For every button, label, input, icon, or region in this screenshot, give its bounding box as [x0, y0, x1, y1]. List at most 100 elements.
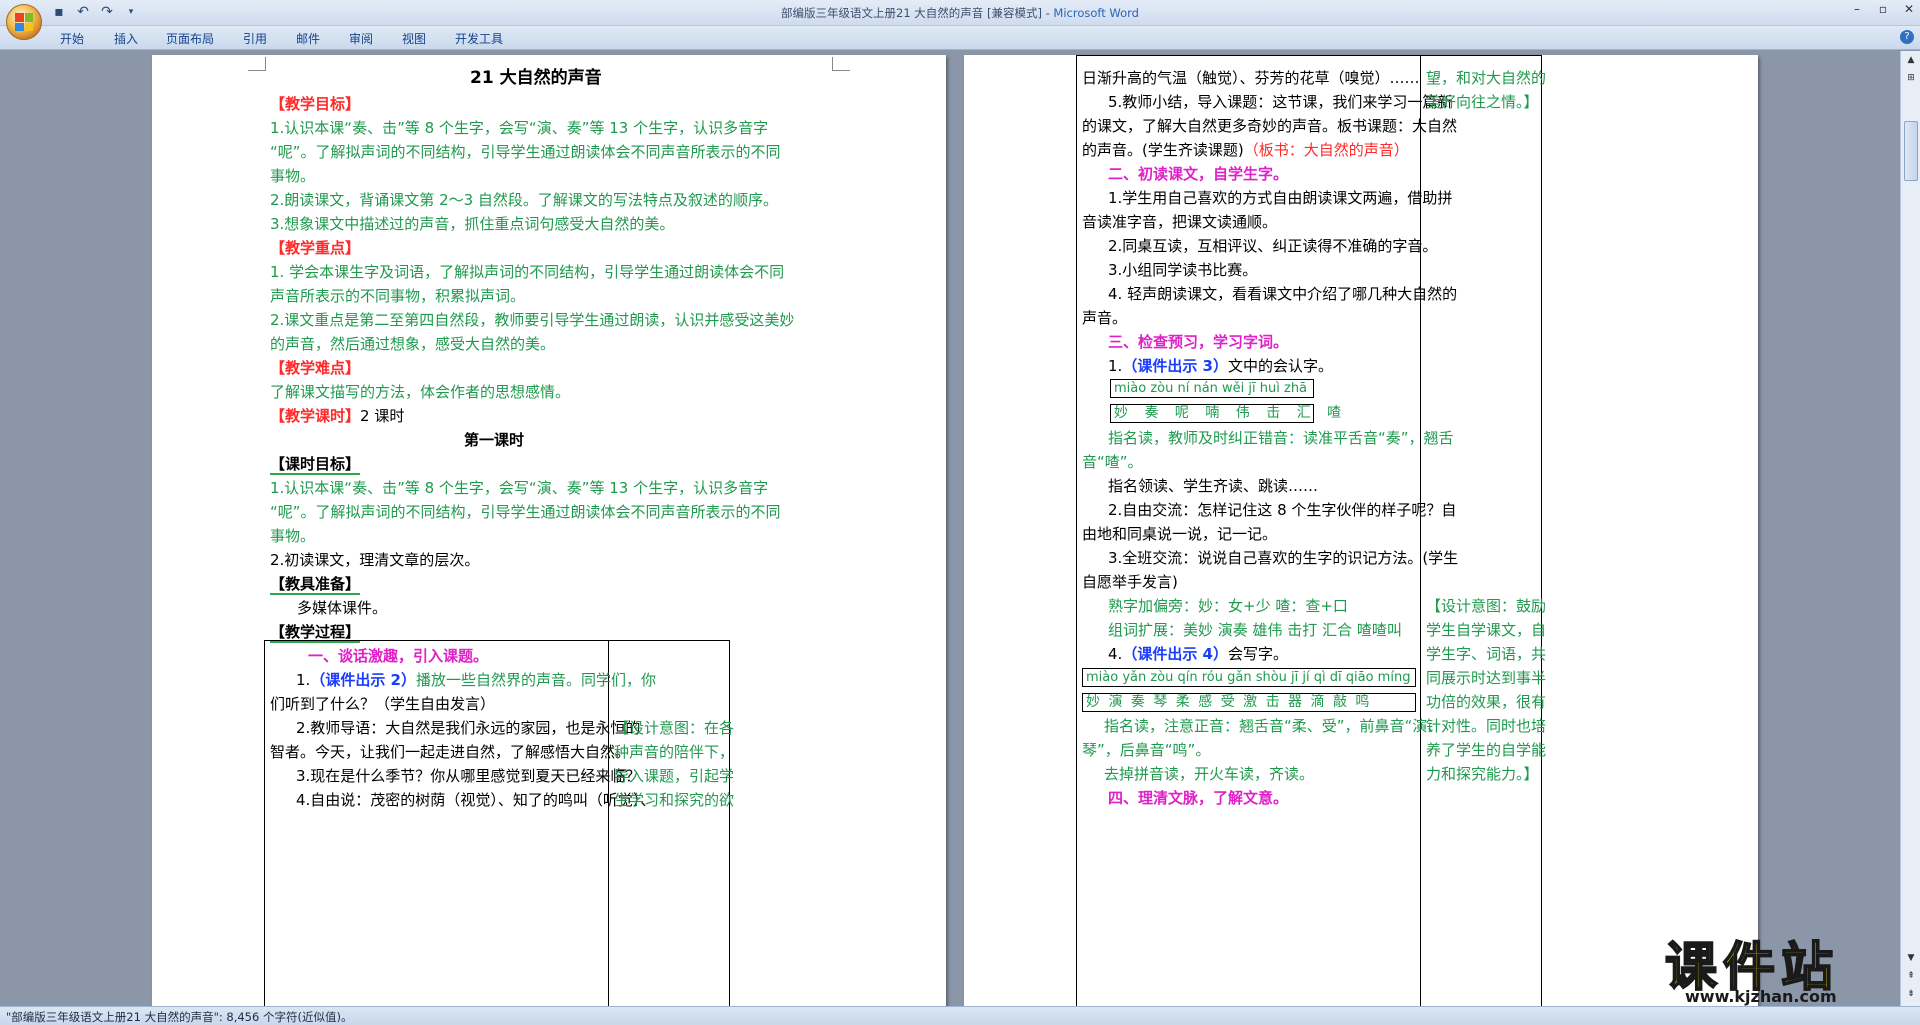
crop-mark — [248, 57, 266, 71]
key-point-line: 的声音，然后通过想象，感受大自然的美。 — [270, 335, 556, 353]
heading-class-hours: 【教学课时】 — [270, 407, 361, 425]
tab-home[interactable]: 开始 — [60, 30, 84, 47]
table-line: 2.同桌互读，互相评议、纠正读得不准确的字音。 — [1108, 237, 1438, 255]
step-heading: 四、理清文脉，了解文意。 — [1108, 789, 1289, 807]
step-heading: 三、检查预习，学习字词。 — [1108, 333, 1289, 351]
design-note-line: 导入课题，引起学 — [614, 767, 735, 785]
table-line: 4.自由说：茂密的树荫（视觉）、知了的鸣叫（听觉）、 — [296, 791, 656, 809]
document-title: 21 大自然的声音 — [470, 68, 602, 88]
document-page-left[interactable]: 21 大自然的声音 【教学目标】 1.认识本课“奏、击”等 8 个生字，会写“演… — [152, 55, 946, 1010]
objective-line: 2.朗读课文，背诵课文第 2～3 自然段。了解课文的写法特点及叙述的顺序。 — [270, 191, 778, 209]
materials-line: 多媒体课件。 — [297, 599, 388, 617]
document-workspace: 21 大自然的声音 【教学目标】 1.认识本课“奏、击”等 8 个生字，会写“演… — [0, 51, 1900, 1010]
status-bar: "部编版三年级语文上册21 大自然的声音": 8,456 个字符(近似值)。 — [0, 1006, 1920, 1025]
status-text: "部编版三年级语文上册21 大自然的声音": 8,456 个字符(近似值)。 — [6, 1010, 353, 1024]
table-line: 4.（课件出示 4）会写字。 — [1108, 645, 1288, 664]
table-line-text: 的声音。(学生齐读课题) — [1082, 141, 1244, 159]
design-note-line: 种声音的陪伴下， — [614, 743, 735, 761]
table-line: 1.学生用自己喜欢的方式自由朗读课文两遍，借助拼 — [1108, 189, 1453, 207]
site-watermark: 课件站 www.kjzhan.com — [1664, 925, 1905, 1006]
table-line: 3.现在是什么季节？你从哪里感觉到夏天已经来临？ — [296, 767, 641, 785]
goal-line: 2.初读课文，理清文章的层次。 — [270, 551, 480, 569]
class-hours-value: 2 课时 — [360, 407, 405, 425]
table-line: 4. 轻声朗读课文，看看课文中介绍了哪几种大自然的 — [1108, 285, 1458, 303]
tab-page-layout[interactable]: 页面布局 — [166, 30, 214, 47]
courseware-ref: （课件出示 2） — [310, 671, 416, 689]
table-line: 琴”，后鼻音“鸣”。 — [1082, 741, 1211, 759]
table-line-number: 1. — [1108, 357, 1123, 375]
objective-line: 1.认识本课“奏、击”等 8 个生字，会写“演、奏”等 13 个生字，认识多音字 — [270, 119, 769, 137]
table-line: 熟字加偏旁：妙：女+少 喳：查+口 — [1108, 597, 1348, 615]
section-first-lesson: 第一课时 — [464, 431, 525, 449]
design-note-line: 【设计意图：在各 — [614, 719, 735, 737]
design-note-line: 美好向往之情。】 — [1426, 93, 1539, 111]
design-note-line: 养了学生的自学能 — [1426, 741, 1547, 759]
key-point-line: 2.课文重点是第二至第四自然段，教师要引导学生通过朗读，认识并感受这美妙 — [270, 311, 795, 329]
table-line: 2.自由交流：怎样记住这 8 个生字伙伴的样子呢？自 — [1108, 501, 1457, 519]
restore-icon[interactable]: ▫ — [1876, 2, 1890, 16]
objective-line: 3.想象课文中描述过的声音，抓住重点词句感受大自然的美。 — [270, 215, 675, 233]
table-line: 们听到了什么？（学生自由发言） — [270, 695, 496, 713]
minimize-icon[interactable]: – — [1850, 2, 1864, 16]
office-logo-icon — [15, 13, 33, 31]
tab-insert[interactable]: 插入 — [114, 30, 138, 47]
table-line: 5.教师小结，导入课题：这节课，我们来学习一篇新 — [1108, 93, 1453, 111]
tab-references[interactable]: 引用 — [243, 30, 267, 47]
scroll-up-icon[interactable]: ▲ — [1904, 53, 1918, 67]
close-icon[interactable]: ✕ — [1902, 2, 1916, 16]
goal-line: “呢”。了解拟声词的不同结构，引导学生通过朗读体会不同声音所表示的不同 — [270, 503, 781, 521]
tab-developer[interactable]: 开发工具 — [455, 30, 503, 47]
help-icon[interactable]: ? — [1900, 30, 1914, 44]
tab-review[interactable]: 审阅 — [349, 30, 373, 47]
class-hours-line: 【教学课时】2 课时 — [270, 407, 404, 426]
table-line: 3.全班交流：说说自己喜欢的生字的识记方法。(学生 — [1108, 549, 1459, 567]
heading-difficulties: 【教学难点】 — [270, 359, 361, 377]
step-heading: 一、谈话激趣，引入课题。 — [308, 647, 489, 665]
character-row: 妙 奏 呢 喃 伟 击 汇 喳 — [1114, 405, 1348, 421]
office-button[interactable] — [6, 4, 42, 40]
table-line: 智者。今天，让我们一起走进自然，了解感悟大自然。 — [270, 743, 631, 761]
table-line: 指名读，注意正音：翘舌音“柔、受”，前鼻音“演、 — [1104, 717, 1443, 735]
table-line: 音读准字音，把课文读通顺。 — [1082, 213, 1278, 231]
courseware-ref: （课件出示 4） — [1122, 645, 1228, 663]
table-line: 1.（课件出示 2）播放一些自然界的声音。同学们，你 — [296, 671, 656, 690]
scroll-thumb[interactable] — [1904, 121, 1918, 181]
table-line: 的课文，了解大自然更多奇妙的声音。板书课题：大自然 — [1082, 117, 1458, 135]
ruler-toggle-icon[interactable]: ⊞ — [1904, 71, 1918, 85]
table-line: 2.教师导语：大自然是我们永远的家园，也是永恒的 — [296, 719, 641, 737]
tab-view[interactable]: 视图 — [402, 30, 426, 47]
character-row: 妙 演 奏 琴 柔 感 受 激 击 器 滴 敲 鸣 — [1086, 694, 1372, 710]
board-note: （板书：大自然的声音） — [1243, 141, 1409, 159]
heading-key-points: 【教学重点】 — [270, 239, 361, 257]
heading-materials: 【教具准备】 — [270, 575, 361, 595]
courseware-ref: （课件出示 3） — [1122, 357, 1228, 375]
key-point-line: 1. 学会本课生字及词语，了解拟声词的不同结构，引导学生通过朗读体会不同 — [270, 263, 785, 281]
heading-lesson-goals-text: 【课时目标】 — [270, 455, 361, 475]
tab-mailings[interactable]: 邮件 — [296, 30, 320, 47]
table-line: 的声音。(学生齐读课题)（板书：大自然的声音） — [1082, 141, 1409, 160]
document-page-right[interactable]: 日渐升高的气温（触觉）、芬芳的花草（嗅觉）…… 5.教师小结，导入课题：这节课，… — [964, 55, 1758, 1010]
ribbon-tabs: 开始 插入 页面布局 引用 邮件 审阅 视图 开发工具 ? — [0, 26, 1920, 50]
design-note-line: 学生字、词语，共 — [1426, 645, 1547, 663]
table-line: 指名领读、学生齐读、跳读…… — [1108, 477, 1319, 495]
table-line: 由地和同桌说一说，记一记。 — [1082, 525, 1278, 543]
table-line: 去掉拼音读，开火车读，齐读。 — [1104, 765, 1315, 783]
table-line: 指名读，教师及时纠正错音：读准平舌音“奏”，翘舌 — [1108, 429, 1454, 447]
pinyin-row: miào zòu ní nán wěi jī huì zhā — [1114, 381, 1308, 396]
key-point-line: 声音所表示的不同事物，积累拟声词。 — [270, 287, 526, 305]
table-column-divider — [608, 640, 609, 1010]
step-heading: 二、初读课文，自学生字。 — [1108, 165, 1289, 183]
design-note-line: 【设计意图：鼓励 — [1426, 597, 1547, 615]
next-page-icon[interactable]: ⇟ — [1904, 987, 1918, 1001]
design-note-line: 生学习和探究的欲 — [614, 791, 735, 809]
watermark-url: www.kjzhan.com — [1685, 987, 1837, 1006]
previous-page-icon[interactable]: ⇞ — [1904, 969, 1918, 983]
objective-line: “呢”。了解拟声词的不同结构，引导学生通过朗读体会不同声音所表示的不同 — [270, 143, 781, 161]
table-line-number: 4. — [1108, 645, 1123, 663]
goal-line: 1.认识本课“奏、击”等 8 个生字，会写“演、奏”等 13 个生字，认识多音字 — [270, 479, 769, 497]
window-title: 部编版三年级语文上册21 大自然的声音 [兼容模式] - Microsoft W… — [781, 6, 1139, 20]
goal-line: 事物。 — [270, 527, 316, 545]
vertical-scrollbar[interactable]: ▲ ⊞ ▼ ⇞ ⇟ — [1900, 51, 1920, 1006]
scroll-down-icon[interactable]: ▼ — [1904, 951, 1918, 965]
title-bar: ▪ ↶ ↷ ▾ 部编版三年级语文上册21 大自然的声音 [兼容模式] - Mic… — [0, 0, 1920, 40]
